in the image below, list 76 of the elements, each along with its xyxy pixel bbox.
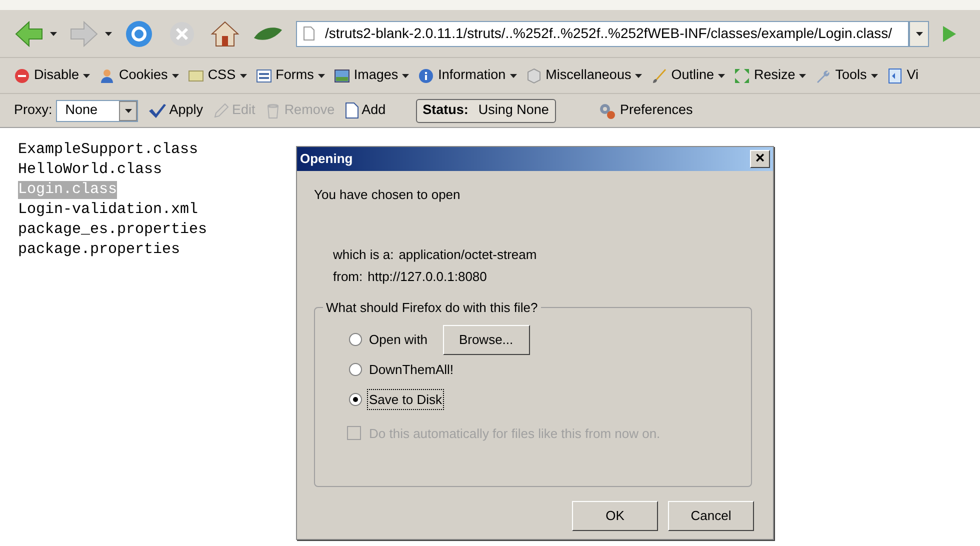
wrench-icon	[815, 68, 832, 84]
trash-icon	[265, 102, 282, 118]
intro-text: You have chosen to open	[314, 186, 462, 204]
from-label: from:	[333, 268, 363, 286]
go-arrow-icon[interactable]	[941, 24, 957, 42]
brush-icon	[651, 68, 668, 84]
caret-icon	[172, 74, 179, 78]
toolbar-button[interactable]: Apply	[148, 100, 204, 121]
toolbar-menu-button[interactable]: Forms	[256, 65, 325, 86]
document-icon	[344, 102, 359, 119]
proxy-label: Proxy:	[14, 101, 52, 120]
address-field[interactable]: /struts2-blank-2.0.11.1/struts/..%252f..%252f..%252fWEB-INF/classes/example/Login.class/	[296, 20, 909, 46]
toolbar-menu-button[interactable]: Disable	[14, 65, 90, 86]
radio-button[interactable]	[349, 393, 362, 406]
toolbar-menu-button[interactable]: Information	[418, 65, 517, 86]
toolbar-menu-button[interactable]: Cookies	[99, 65, 179, 86]
caret-icon	[870, 74, 878, 78]
pencil-icon	[213, 102, 230, 118]
caret-icon	[718, 74, 725, 78]
file-link[interactable]: HelloWorld.class	[18, 161, 162, 179]
caret-icon	[916, 32, 922, 36]
reload-icon[interactable]	[124, 18, 154, 48]
toolbar-menu-button[interactable]: Tools	[815, 65, 878, 86]
from-value: http://127.0.0.1:8080	[368, 268, 487, 286]
toolbar-menu-button[interactable]: CSS	[188, 65, 247, 86]
toolbar-menu-button[interactable]: Miscellaneous	[526, 65, 642, 86]
toolbar-menu-button[interactable]: Images	[334, 65, 410, 86]
caret-icon	[402, 74, 410, 78]
checkmark-icon	[148, 102, 166, 118]
type-label: which is a:	[333, 246, 394, 264]
info-icon	[418, 68, 434, 84]
caret-icon	[105, 32, 112, 36]
close-button[interactable]: ×	[750, 150, 770, 168]
dialog-button[interactable]: OK	[572, 500, 658, 530]
file-link[interactable]: package_es.properties	[18, 221, 208, 239]
caret-icon	[318, 74, 325, 78]
cube-icon	[526, 68, 542, 84]
dropdown-button[interactable]	[909, 20, 929, 46]
page-icon	[303, 26, 315, 41]
status-value: Using None	[478, 101, 549, 120]
document-icon	[188, 68, 204, 84]
caret-icon	[124, 108, 132, 112]
caret-icon	[83, 74, 90, 78]
caret-icon	[635, 74, 642, 78]
proxy-select[interactable]: None	[56, 100, 138, 122]
gears-icon	[598, 102, 616, 120]
toolbar-menu-button[interactable]: Resize	[734, 65, 806, 86]
file-link[interactable]: Login-validation.xml	[18, 201, 198, 219]
person-icon	[99, 68, 116, 84]
toolbar-button[interactable]: Add	[344, 100, 386, 121]
window-title: Opening	[300, 150, 353, 168]
preferences-button[interactable]: Preferences	[598, 100, 693, 121]
form-icon	[256, 68, 272, 84]
page-icon	[886, 68, 903, 84]
status-label: Status:	[422, 101, 468, 120]
back-arrow-icon[interactable]	[14, 20, 44, 46]
radio-option[interactable]: Open with	[349, 330, 429, 350]
radio-button[interactable]	[349, 363, 362, 376]
toolbar-menu-button[interactable]: Outline	[651, 65, 725, 86]
file-link[interactable]: ExampleSupport.class	[18, 141, 198, 159]
type-value: application/octet-stream	[398, 246, 537, 264]
toolbar-menu-button[interactable]: Vi	[886, 65, 919, 86]
radio-option[interactable]: DownThemAll!	[349, 360, 455, 380]
home-icon[interactable]	[210, 20, 240, 48]
image-icon	[334, 68, 350, 84]
prohibited-icon	[14, 68, 30, 84]
caret-icon	[799, 74, 806, 78]
caret-icon	[240, 74, 247, 78]
file-link[interactable]: package.properties	[18, 241, 180, 259]
browse-button[interactable]: Browse...	[442, 324, 530, 354]
caret-icon	[510, 74, 517, 78]
caret-icon	[50, 32, 57, 36]
resize-icon	[734, 68, 750, 84]
radio-option[interactable]: Save to Disk	[349, 390, 443, 410]
dialog-button[interactable]: Cancel	[668, 500, 754, 530]
radio-button[interactable]	[349, 333, 362, 346]
